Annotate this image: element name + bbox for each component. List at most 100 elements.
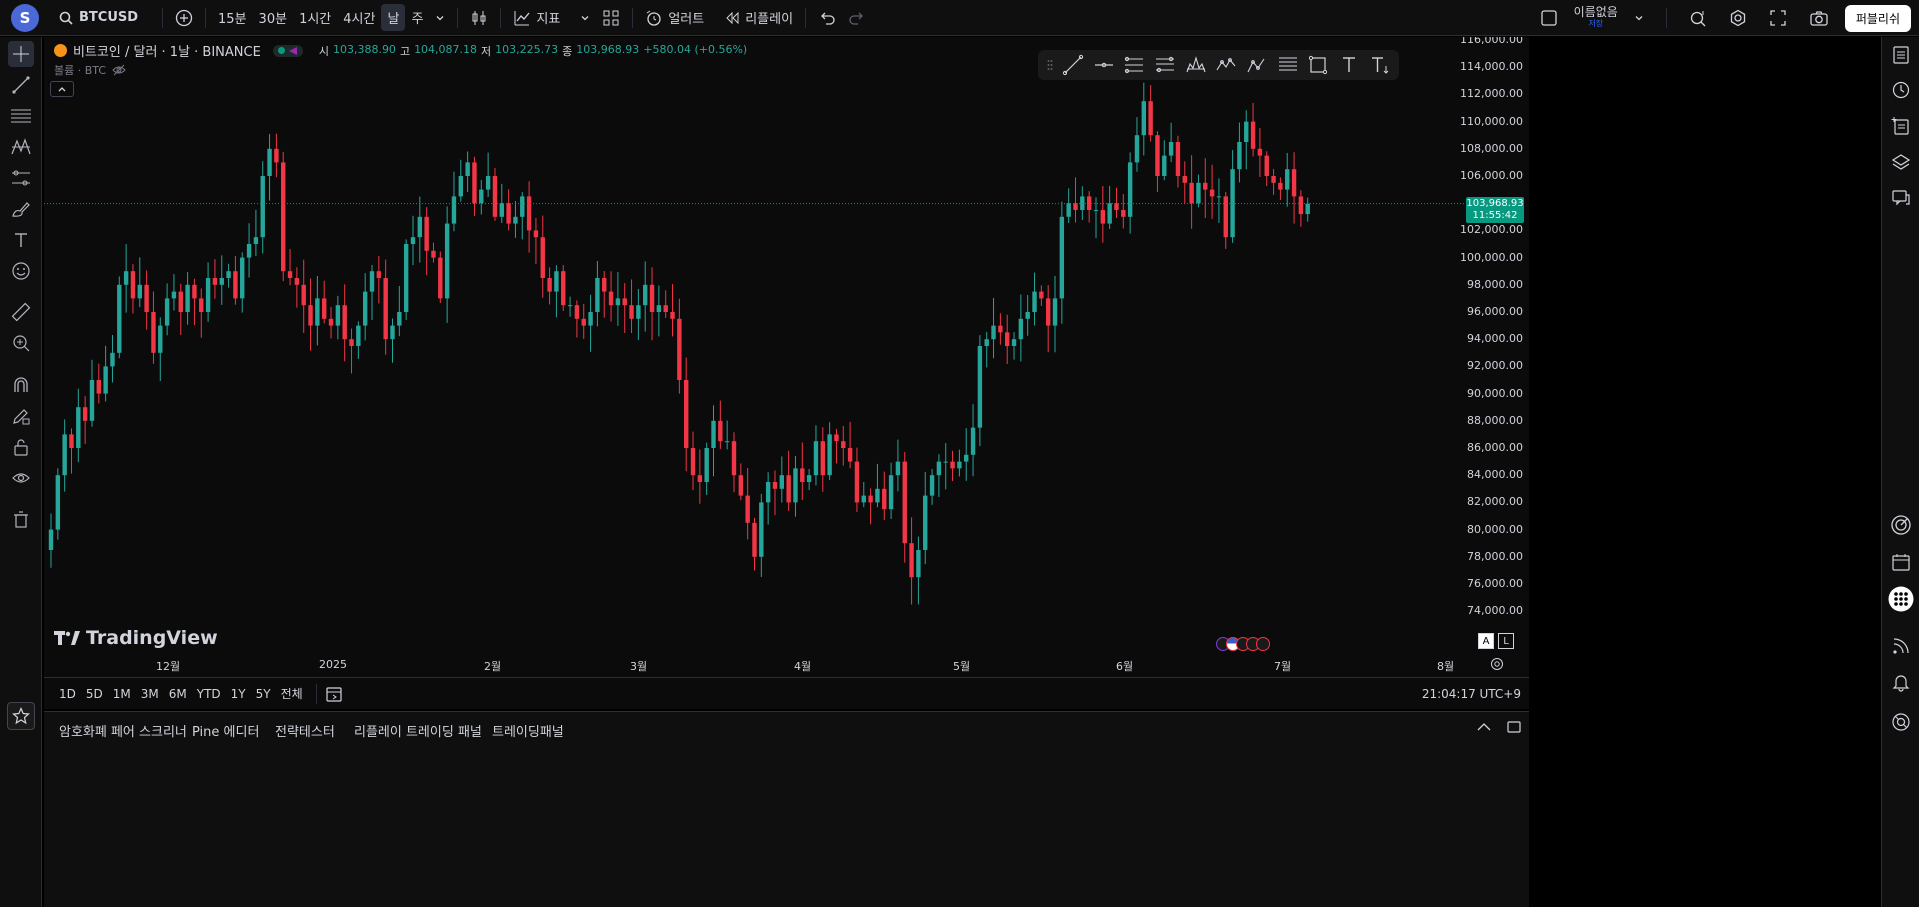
range-1d[interactable]: 1D bbox=[54, 685, 81, 703]
go-to-date-button[interactable] bbox=[325, 685, 343, 703]
price-axis[interactable]: 116,000.00 114,000.00 112,000.00 110,000.00… bbox=[1460, 37, 1529, 677]
tab-strategy-tester[interactable]: 전략테스터 bbox=[275, 721, 335, 740]
object-tree-button[interactable] bbox=[1888, 113, 1914, 139]
hide-drawings-tool[interactable] bbox=[8, 465, 34, 491]
fav-rectangle[interactable] bbox=[1303, 52, 1334, 78]
drag-handle[interactable] bbox=[1042, 52, 1058, 78]
watchlist-button[interactable] bbox=[1888, 42, 1914, 68]
eye-off-icon[interactable] bbox=[112, 64, 126, 76]
forecast-tool[interactable] bbox=[8, 165, 34, 191]
undo-button[interactable] bbox=[812, 5, 842, 31]
compare-symbol-button[interactable] bbox=[169, 5, 199, 31]
snapshot-button[interactable] bbox=[1803, 5, 1835, 31]
lock-drawings-tool[interactable] bbox=[8, 434, 34, 460]
layout-button[interactable] bbox=[1534, 5, 1564, 31]
candle-body bbox=[595, 278, 600, 312]
symbol-search-button[interactable]: BTCUSD bbox=[59, 10, 138, 25]
fav-text-note[interactable] bbox=[1364, 52, 1395, 78]
quick-search-button[interactable] bbox=[1683, 5, 1713, 31]
ruler-tool[interactable] bbox=[8, 299, 34, 325]
notifications-button[interactable] bbox=[1888, 669, 1914, 695]
streams-button[interactable] bbox=[1888, 633, 1914, 659]
alerts-panel-button[interactable] bbox=[1888, 77, 1914, 103]
expand-panel-button[interactable] bbox=[1476, 720, 1492, 734]
fav-parallel-channel[interactable] bbox=[1119, 52, 1150, 78]
trendline-tool[interactable] bbox=[8, 72, 34, 98]
range-5y[interactable]: 5Y bbox=[251, 685, 276, 703]
brush-tool[interactable] bbox=[8, 196, 34, 222]
products-button[interactable] bbox=[1888, 586, 1914, 612]
interval-15m[interactable]: 15분 bbox=[212, 4, 253, 31]
candle-body bbox=[1285, 169, 1290, 190]
tab-crypto-screener[interactable]: 암호화폐 페어 스크리너 bbox=[59, 721, 187, 740]
candle-body bbox=[356, 325, 361, 346]
event-marker[interactable] bbox=[1256, 637, 1270, 651]
range-1y[interactable]: 1Y bbox=[226, 685, 251, 703]
publish-button[interactable]: 퍼블리쉬 bbox=[1844, 4, 1911, 32]
maximize-panel-button[interactable] bbox=[1506, 720, 1522, 734]
candle-body bbox=[48, 529, 54, 550]
replay-button[interactable]: 리플레이 bbox=[718, 4, 799, 31]
layout-dropdown[interactable] bbox=[1628, 9, 1650, 27]
layout-name-button[interactable]: 이름없음 저장 bbox=[1574, 6, 1618, 30]
market-status-badge[interactable] bbox=[272, 44, 303, 57]
axis-settings-icon[interactable] bbox=[1490, 657, 1504, 671]
tab-replay-panel[interactable]: 리플레이 트레이딩 패널 bbox=[354, 721, 482, 740]
fav-fib-retracement[interactable] bbox=[1150, 52, 1181, 78]
interval-4h[interactable]: 4시간 bbox=[337, 4, 381, 31]
favorites-button[interactable] bbox=[7, 702, 35, 730]
remove-drawings-tool[interactable] bbox=[8, 507, 34, 533]
help-button[interactable] bbox=[1888, 709, 1914, 735]
profile-avatar[interactable]: S bbox=[11, 3, 39, 32]
emoji-tool[interactable] bbox=[8, 258, 34, 284]
fav-trendline[interactable] bbox=[1058, 52, 1089, 78]
fav-elliott-wave[interactable] bbox=[1211, 52, 1242, 78]
layers-button[interactable] bbox=[1888, 149, 1914, 175]
indicators-button[interactable]: 지표 bbox=[507, 4, 566, 31]
magnet-tool[interactable] bbox=[8, 372, 34, 398]
range-1m[interactable]: 1M bbox=[108, 685, 136, 703]
chart-type-button[interactable] bbox=[464, 5, 494, 31]
collapse-legend-button[interactable] bbox=[50, 81, 74, 97]
ideas-button[interactable] bbox=[1888, 512, 1914, 538]
keep-drawing-tool[interactable] bbox=[8, 403, 34, 429]
interval-1d[interactable]: 날 bbox=[381, 4, 406, 31]
tradingview-logo[interactable]: TradingView bbox=[54, 627, 218, 649]
settings-button[interactable] bbox=[1723, 5, 1753, 31]
candle-body bbox=[1162, 155, 1167, 176]
range-6m[interactable]: 6M bbox=[164, 685, 192, 703]
pattern-tool[interactable] bbox=[8, 134, 34, 160]
range-5d[interactable]: 5D bbox=[81, 685, 108, 703]
calendar-button[interactable] bbox=[1888, 549, 1914, 575]
economic-events-markers[interactable] bbox=[1216, 637, 1270, 651]
tab-pine-editor[interactable]: Pine 에디터 bbox=[192, 721, 259, 740]
text-tool[interactable] bbox=[8, 227, 34, 253]
alert-button[interactable]: 얼러트 bbox=[639, 4, 710, 31]
templates-button[interactable] bbox=[596, 5, 626, 31]
range-3m[interactable]: 3M bbox=[136, 685, 164, 703]
fav-abcd-pattern[interactable] bbox=[1242, 52, 1273, 78]
fav-fib-channel[interactable] bbox=[1272, 52, 1303, 78]
fav-head-shoulders[interactable] bbox=[1180, 52, 1211, 78]
crosshair-tool[interactable] bbox=[8, 41, 34, 67]
interval-dropdown[interactable] bbox=[429, 9, 451, 27]
tab-trading-panel[interactable]: 트레이딩패널 bbox=[492, 721, 564, 740]
redo-button[interactable] bbox=[842, 5, 872, 31]
candle-body bbox=[615, 298, 621, 306]
interval-30m[interactable]: 30분 bbox=[253, 4, 294, 31]
candle-body bbox=[1114, 203, 1119, 210]
interval-1h[interactable]: 1시간 bbox=[293, 4, 337, 31]
fav-text[interactable] bbox=[1334, 52, 1365, 78]
interval-1w[interactable]: 주 bbox=[405, 4, 429, 31]
range-all[interactable]: 전체 bbox=[276, 683, 308, 704]
chart-pane[interactable]: 비트코인 / 달러 · 1날 · BINANCE 시 103,388.90 고 10… bbox=[44, 37, 1529, 709]
time-axis[interactable]: 12월 2025 2월 3월 4월 5월 6월 7월 8월 bbox=[44, 651, 1529, 677]
zoom-tool[interactable] bbox=[8, 330, 34, 356]
fav-horizontal-ray[interactable] bbox=[1088, 52, 1119, 78]
fib-tool[interactable] bbox=[8, 103, 34, 129]
timezone-clock[interactable]: 21:04:17 UTC+9 bbox=[1422, 687, 1521, 701]
range-ytd[interactable]: YTD bbox=[192, 685, 226, 703]
chats-button[interactable] bbox=[1888, 185, 1914, 211]
fullscreen-button[interactable] bbox=[1763, 5, 1793, 31]
indicators-dropdown[interactable] bbox=[574, 9, 596, 27]
